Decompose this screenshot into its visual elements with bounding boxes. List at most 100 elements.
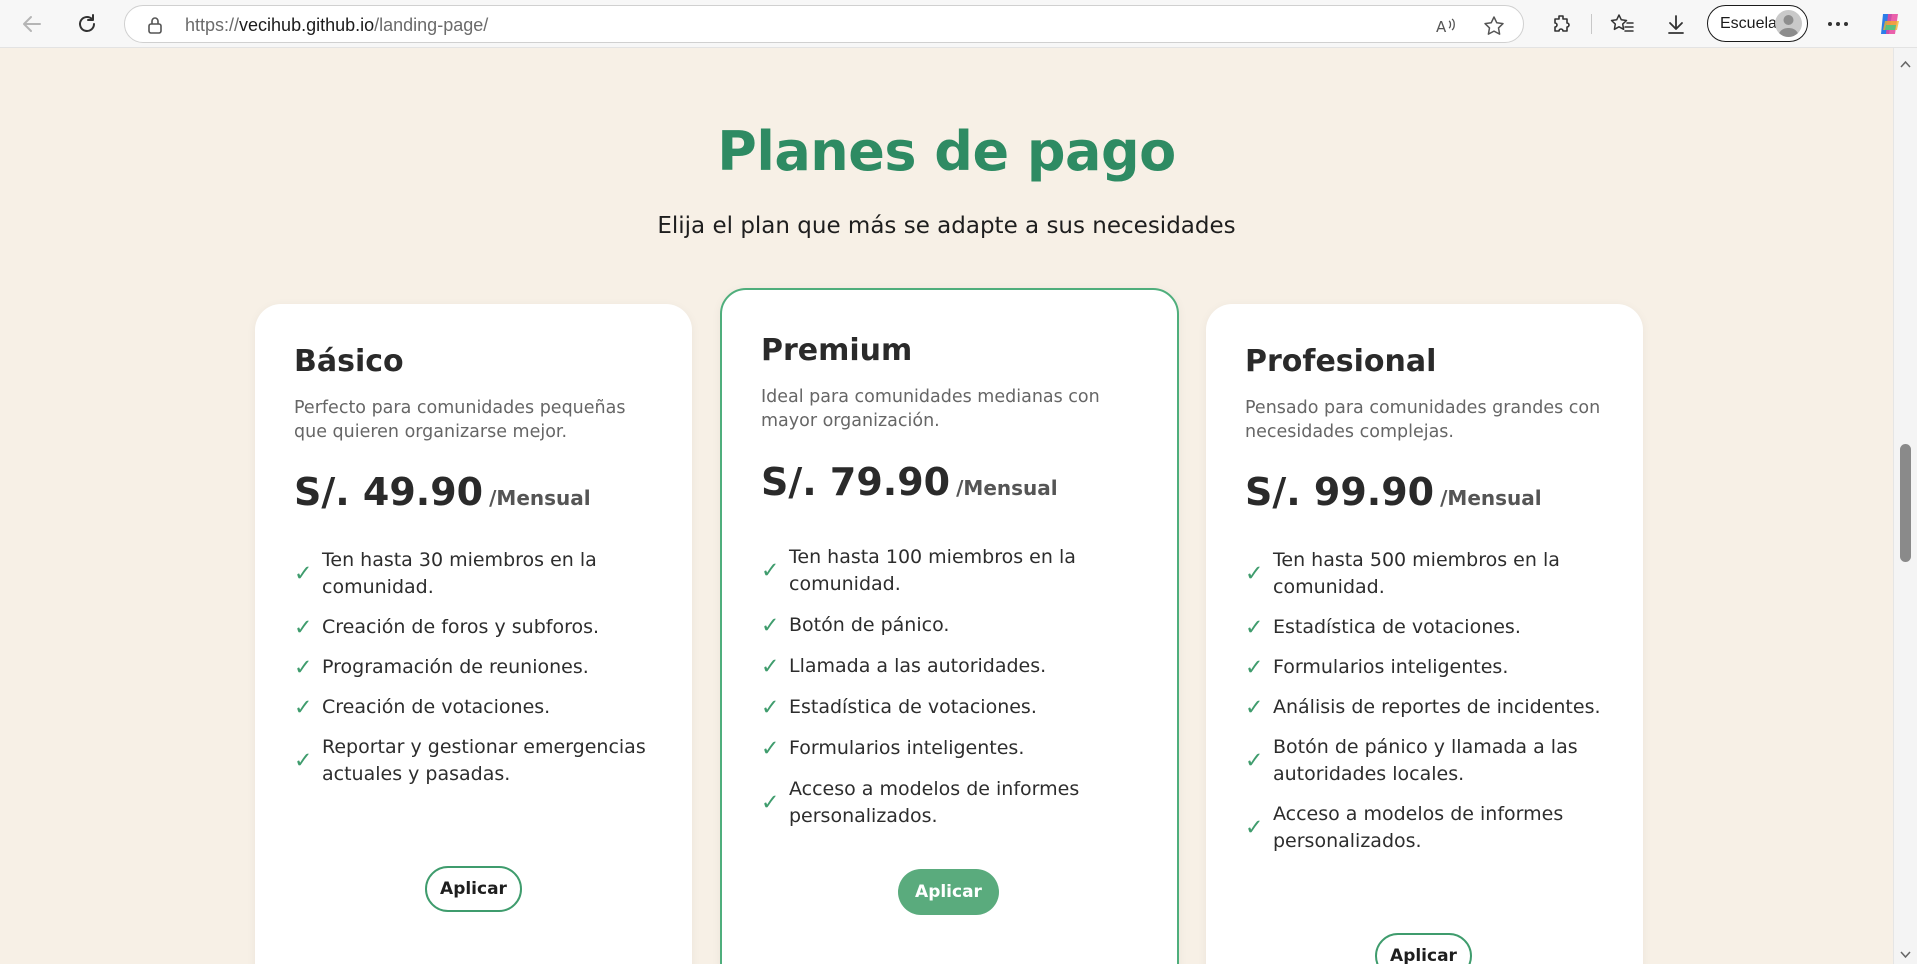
feature-item: ✓ Formularios inteligentes. (761, 735, 1121, 762)
feature-text: Reportar y gestionar emergencias actuale… (322, 736, 646, 785)
checkmark-icon: ✓ (1245, 561, 1264, 587)
checkmark-icon: ✓ (1245, 695, 1264, 720)
checkmark-icon: ✓ (1245, 655, 1264, 680)
feature-text: Acceso a modelos de informes personaliza… (1273, 803, 1564, 852)
refresh-icon (79, 14, 95, 32)
feature-item: ✓ Botón de pánico y llamada a las autorid… (1245, 734, 1605, 788)
feature-text: Creación de foros y subforos. (322, 616, 600, 638)
plan-price: S/. 49.90/Mensual (294, 470, 591, 514)
feature-item: ✓ Estadística de votaciones. (1245, 614, 1605, 641)
feature-item: ✓ Creación de votaciones. (294, 694, 654, 721)
feature-item: ✓ Ten hasta 500 miembros en la comunidad. (1245, 547, 1605, 601)
address-bar[interactable]: https://vecihub.github.io/landing-page/ … (124, 5, 1524, 43)
apply-button-basico[interactable]: Aplicar (425, 866, 522, 912)
toolbar-divider (1591, 14, 1592, 34)
feature-text: Ten hasta 500 miembros en la comunidad. (1273, 549, 1560, 598)
checkmark-icon: ✓ (761, 695, 780, 720)
back-button[interactable] (18, 10, 46, 38)
checkmark-icon: ✓ (294, 695, 313, 720)
plan-price: S/. 79.90/Mensual (761, 460, 1058, 504)
feature-item: ✓ Acceso a modelos de informes personaliz… (761, 776, 1121, 830)
checkmark-icon: ✓ (1245, 748, 1264, 774)
url-scheme: https:// (185, 15, 240, 35)
feature-item: ✓ Formularios inteligentes. (1245, 654, 1605, 681)
profile-button[interactable]: Escuela (1707, 5, 1808, 42)
checkmark-icon: ✓ (1245, 615, 1264, 640)
apply-button-premium[interactable]: Aplicar (898, 869, 999, 915)
feature-item: ✓ Reportar y gestionar emergencias actual… (294, 734, 654, 788)
scroll-up-arrow-icon[interactable] (1900, 55, 1911, 73)
feature-text: Creación de votaciones. (322, 696, 551, 718)
feature-text: Ten hasta 100 miembros en la comunidad. (789, 546, 1076, 595)
section-title: Planes de pago (717, 120, 1176, 183)
checkmark-icon: ✓ (294, 615, 313, 640)
profile-label: Escuela (1720, 15, 1777, 32)
lock-icon[interactable] (147, 16, 163, 39)
checkmark-icon: ✓ (294, 655, 313, 680)
feature-list: ✓ Ten hasta 500 miembros en la comunidad.… (1245, 547, 1605, 855)
checkmark-icon: ✓ (761, 736, 780, 761)
read-aloud-icon[interactable]: A (1435, 15, 1457, 37)
checkmark-icon: ✓ (761, 790, 780, 816)
feature-item: ✓ Ten hasta 100 miembros en la comunidad. (761, 544, 1121, 598)
extensions-icon[interactable] (1549, 11, 1575, 37)
price-value: S/. 49.90 (294, 470, 484, 514)
checkmark-icon: ✓ (1245, 815, 1264, 841)
feature-item: ✓ Estadística de votaciones. (761, 694, 1121, 721)
feature-item: ✓ Llamada a las autoridades. (761, 653, 1121, 680)
feature-item: ✓ Creación de foros y subforos. (294, 614, 654, 641)
page-scrollbar[interactable] (1893, 48, 1917, 964)
favorites-icon[interactable] (1609, 11, 1635, 37)
feature-text: Estadística de votaciones. (789, 696, 1037, 718)
price-value: S/. 99.90 (1245, 470, 1435, 514)
more-icon[interactable] (1825, 11, 1851, 37)
url-text[interactable]: https://vecihub.github.io/landing-page/ (185, 15, 488, 36)
plan-card-premium: Premium Ideal para comunidades medianas … (720, 288, 1179, 964)
feature-text: Análisis de reportes de incidentes. (1273, 696, 1601, 718)
feature-item: ✓ Botón de pánico. (761, 612, 1121, 639)
svg-text:A: A (1436, 18, 1447, 36)
apply-button-profesional[interactable]: Aplicar (1375, 933, 1472, 964)
feature-list: ✓ Ten hasta 100 miembros en la comunidad.… (761, 544, 1121, 830)
plan-card-basico: Básico Perfecto para comunidades pequeña… (255, 304, 692, 964)
feature-text: Formularios inteligentes. (789, 737, 1025, 759)
back-icon (23, 16, 41, 32)
feature-item: ✓ Programación de reuniones. (294, 654, 654, 681)
feature-text: Botón de pánico y llamada a las autorida… (1273, 736, 1578, 785)
plan-price: S/. 99.90/Mensual (1245, 470, 1542, 514)
feature-item: ✓ Acceso a modelos de informes personaliz… (1245, 801, 1605, 855)
page-content: Planes de pago Elija el plan que más se … (0, 48, 1893, 964)
browser-toolbar: https://vecihub.github.io/landing-page/ … (0, 0, 1917, 48)
downloads-icon[interactable] (1663, 11, 1689, 37)
feature-item: ✓ Análisis de reportes de incidentes. (1245, 694, 1605, 721)
feature-text: Acceso a modelos de informes personaliza… (789, 778, 1080, 827)
plan-name: Premium (761, 333, 913, 368)
plan-name: Profesional (1245, 344, 1437, 379)
copilot-icon[interactable] (1877, 11, 1903, 37)
feature-text: Llamada a las autoridades. (789, 655, 1047, 677)
feature-text: Programación de reuniones. (322, 656, 589, 678)
price-period: /Mensual (1440, 486, 1542, 510)
plan-description: Perfecto para comunidades pequeñas que q… (294, 398, 626, 442)
checkmark-icon: ✓ (761, 654, 780, 679)
scrollbar-thumb[interactable] (1900, 444, 1911, 562)
section-subtitle: Elija el plan que más se adapte a sus ne… (657, 213, 1236, 239)
feature-text: Estadística de votaciones. (1273, 616, 1521, 638)
checkmark-icon: ✓ (294, 748, 313, 774)
favorite-star-icon[interactable] (1483, 15, 1505, 37)
feature-text: Botón de pánico. (789, 614, 950, 636)
plan-name: Básico (294, 344, 404, 379)
plan-description: Ideal para comunidades medianas con mayo… (761, 387, 1100, 431)
checkmark-icon: ✓ (761, 558, 780, 584)
url-path: /landing-page/ (374, 15, 489, 35)
checkmark-icon: ✓ (294, 561, 313, 587)
price-period: /Mensual (956, 476, 1058, 500)
refresh-button[interactable] (73, 10, 101, 38)
feature-text: Ten hasta 30 miembros en la comunidad. (322, 549, 597, 598)
scroll-down-arrow-icon[interactable] (1900, 946, 1911, 964)
price-period: /Mensual (489, 486, 591, 510)
avatar (1775, 10, 1802, 37)
feature-list: ✓ Ten hasta 30 miembros en la comunidad. … (294, 547, 654, 788)
plan-card-profesional: Profesional Pensado para comunidades gra… (1206, 304, 1643, 964)
feature-item: ✓ Ten hasta 30 miembros en la comunidad. (294, 547, 654, 601)
